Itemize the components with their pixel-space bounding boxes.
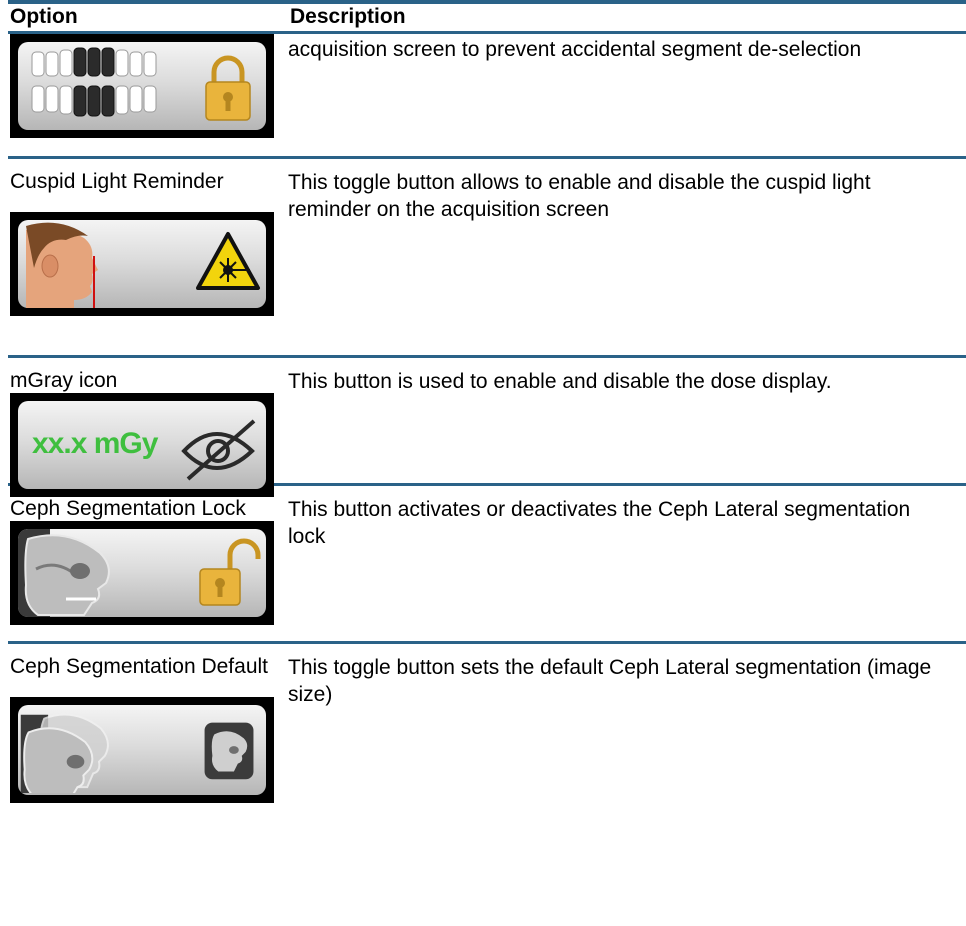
description-cell: This toggle button allows to enable and … — [288, 171, 871, 221]
option-label: Ceph Segmentation Default — [10, 655, 268, 678]
ceph-unlock-icon — [10, 521, 274, 625]
option-cell: Ceph Segmentation Default — [8, 644, 288, 803]
dose-display-hidden-icon: xx.x mGy — [10, 393, 274, 497]
table-row: acquisition screen to prevent accidental… — [8, 34, 966, 156]
header-description: Description — [290, 5, 406, 28]
ceph-default-graphic — [20, 713, 254, 793]
options-table: Option Description acquisition screen to… — [8, 0, 966, 804]
option-cell: Ceph Segmentation Lock — [8, 486, 288, 625]
option-cell — [8, 34, 288, 138]
ceph-default-icon — [10, 697, 274, 803]
description-cell: This toggle button sets the default Ceph… — [288, 656, 932, 706]
description-cell: This button activates or deactivates the… — [288, 498, 911, 548]
option-label: mGray icon — [10, 369, 118, 392]
table-row: Ceph Segmentation Default This toggle bu… — [8, 644, 966, 804]
option-label: Cuspid Light Reminder — [10, 170, 224, 193]
description-cell: This button is used to enable and disabl… — [288, 370, 832, 393]
cuspid-light-graphic — [26, 222, 260, 308]
table-row: Cuspid Light Reminder This toggle button… — [8, 159, 966, 355]
table-row: mGray icon xx.x mGy This button is used … — [8, 358, 966, 497]
header-option: Option — [10, 5, 78, 28]
option-label: Ceph Segmentation Lock — [10, 497, 246, 520]
eye-hidden-graphic — [181, 419, 256, 481]
table-header: Option Description — [8, 4, 966, 31]
teeth-lock-graphic — [31, 47, 251, 121]
option-cell: mGray icon xx.x mGy — [8, 358, 288, 497]
laser-warning-icon — [10, 212, 274, 316]
table-row: Ceph Segmentation Lock This button activ… — [8, 486, 966, 641]
teeth-segment-lock-icon — [10, 34, 274, 138]
option-cell: Cuspid Light Reminder — [8, 159, 288, 316]
ceph-unlock-graphic — [18, 529, 261, 617]
description-cell: acquisition screen to prevent accidental… — [288, 38, 862, 61]
